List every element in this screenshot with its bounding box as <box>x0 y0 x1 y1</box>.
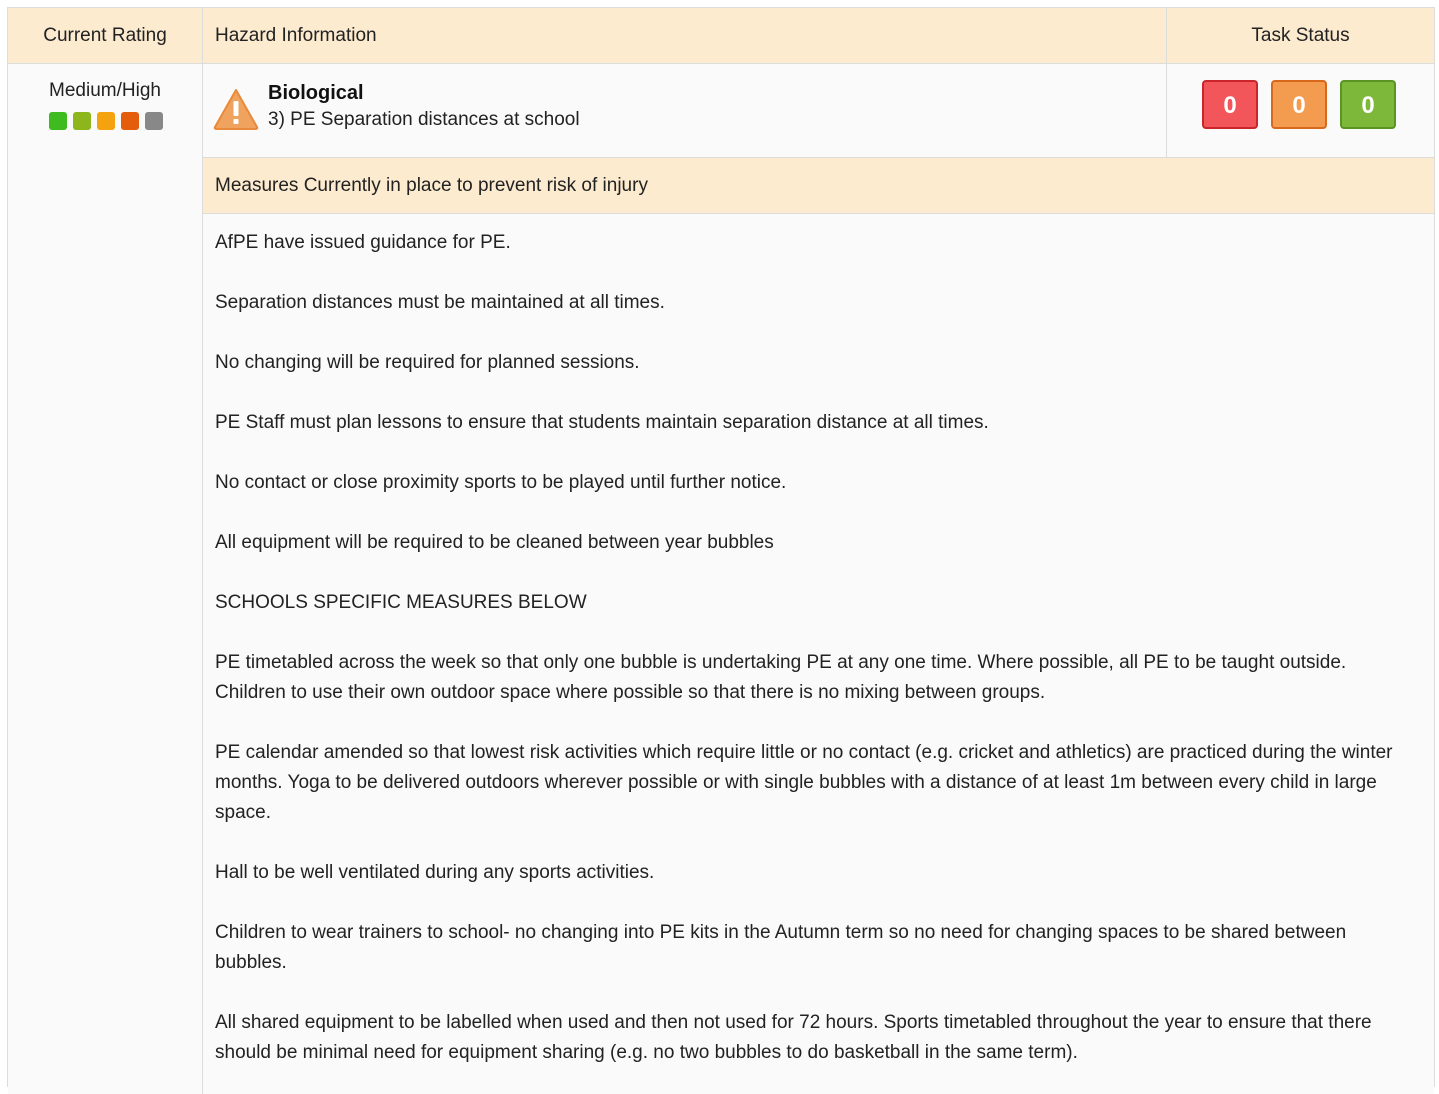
measure-item: PE timetabled across the week so that on… <box>215 652 1347 703</box>
hazard-title[interactable]: 3) PE Separation distances at school <box>268 109 580 131</box>
rating-dot-medium-high <box>121 112 139 130</box>
overdue-tasks-badge[interactable]: 0 <box>1202 80 1258 129</box>
measure-item: Separation distances must be maintained … <box>215 292 665 313</box>
hazard-info-cell: Biological 3) PE Separation distances at… <box>203 64 1167 158</box>
risk-assessment-table: Current Rating Hazard Information Task S… <box>7 7 1435 1094</box>
completed-tasks-badge[interactable]: 0 <box>1340 80 1396 129</box>
measures-header: Measures Currently in place to prevent r… <box>203 158 1434 214</box>
rating-dot-high <box>145 112 163 130</box>
measure-item: All equipment will be required to be cle… <box>215 532 774 553</box>
task-status-cell: 0 0 0 <box>1167 64 1434 158</box>
rating-scale <box>49 112 163 130</box>
hazard-category: Biological <box>268 82 364 104</box>
measure-item: PE Staff must plan lessons to ensure tha… <box>215 412 989 433</box>
header-task-status: Task Status <box>1167 8 1434 64</box>
rating-dot-low-medium <box>73 112 91 130</box>
rating-dot-low <box>49 112 67 130</box>
measure-item: PE calendar amended so that lowest risk … <box>215 742 1393 823</box>
header-hazard-information: Hazard Information <box>203 8 1167 64</box>
measure-item: No contact or close proximity sports to … <box>215 472 787 493</box>
warning-triangle-icon <box>213 89 259 130</box>
measure-item: Hall to be well ventilated during any sp… <box>215 862 655 883</box>
measure-item: No changing will be required for planned… <box>215 352 640 373</box>
rating-dot-medium <box>97 112 115 130</box>
header-current-rating: Current Rating <box>8 8 203 64</box>
measures-list: AfPE have issued guidance for PE. Separat… <box>203 214 1434 1094</box>
current-rating-cell: Medium/High <box>8 64 203 1094</box>
rating-label: Medium/High <box>49 80 161 101</box>
measure-item: SCHOOLS SPECIFIC MEASURES BELOW <box>215 592 587 613</box>
measure-item: AfPE have issued guidance for PE. <box>215 232 511 253</box>
measure-item: Children to wear trainers to school- no … <box>215 922 1347 973</box>
measure-item: All shared equipment to be labelled when… <box>215 1012 1372 1063</box>
pending-tasks-badge[interactable]: 0 <box>1271 80 1327 129</box>
